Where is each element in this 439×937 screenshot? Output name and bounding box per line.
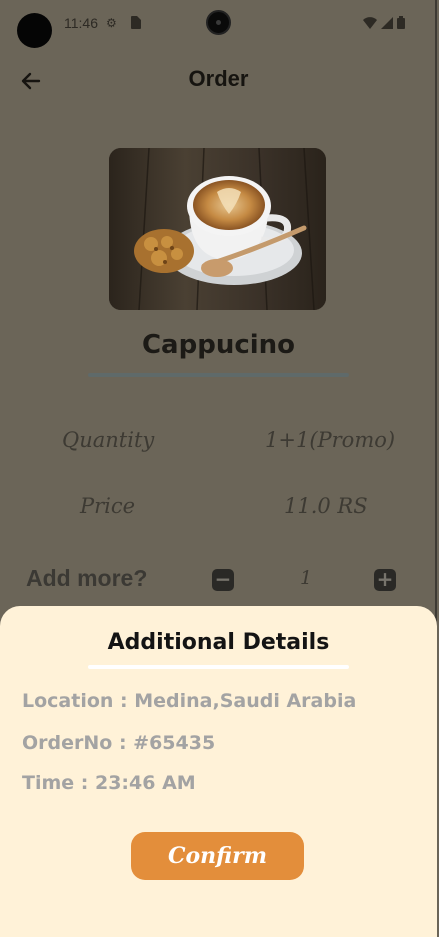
quantity-value: 1+1(Promo) (265, 428, 396, 452)
front-camera (206, 10, 231, 35)
product-name: Cappucino (141, 330, 296, 360)
add-more-count: 1 (300, 567, 313, 589)
order-number-text: OrderNo : #65435 (22, 732, 216, 754)
wifi-icon (363, 14, 377, 33)
gear-icon: ⚙ (106, 16, 117, 30)
confirm-button[interactable]: Confirm (131, 832, 304, 880)
product-image (109, 148, 326, 310)
sheet-divider (88, 665, 349, 669)
status-time: 11:46 (64, 15, 98, 31)
profile-avatar-dot (17, 13, 52, 48)
app-screen: 11:46 ⚙ Order Cappucino Quantity 1+1(Pro… (0, 0, 437, 937)
plus-square-icon[interactable]: + (374, 569, 396, 591)
time-text: Time : 23:46 AM (22, 772, 196, 794)
quantity-label: Quantity (62, 428, 155, 452)
price-label: Price (80, 494, 136, 518)
signal-icon (381, 14, 393, 33)
sheet-title: Additional Details (107, 630, 330, 655)
status-bar: 11:46 ⚙ (0, 0, 437, 48)
sim-card-icon (130, 16, 141, 32)
add-more-label: Add more? (26, 565, 148, 591)
name-divider (88, 373, 349, 377)
location-text: Location : Medina,Saudi Arabia (22, 690, 357, 712)
price-value: 11.0 RS (284, 494, 368, 518)
battery-icon (397, 14, 405, 33)
minus-square-icon[interactable]: − (212, 569, 234, 591)
page-title: Order (188, 66, 249, 91)
additional-details-sheet: Additional Details Location : Medina,Sau… (0, 606, 437, 937)
